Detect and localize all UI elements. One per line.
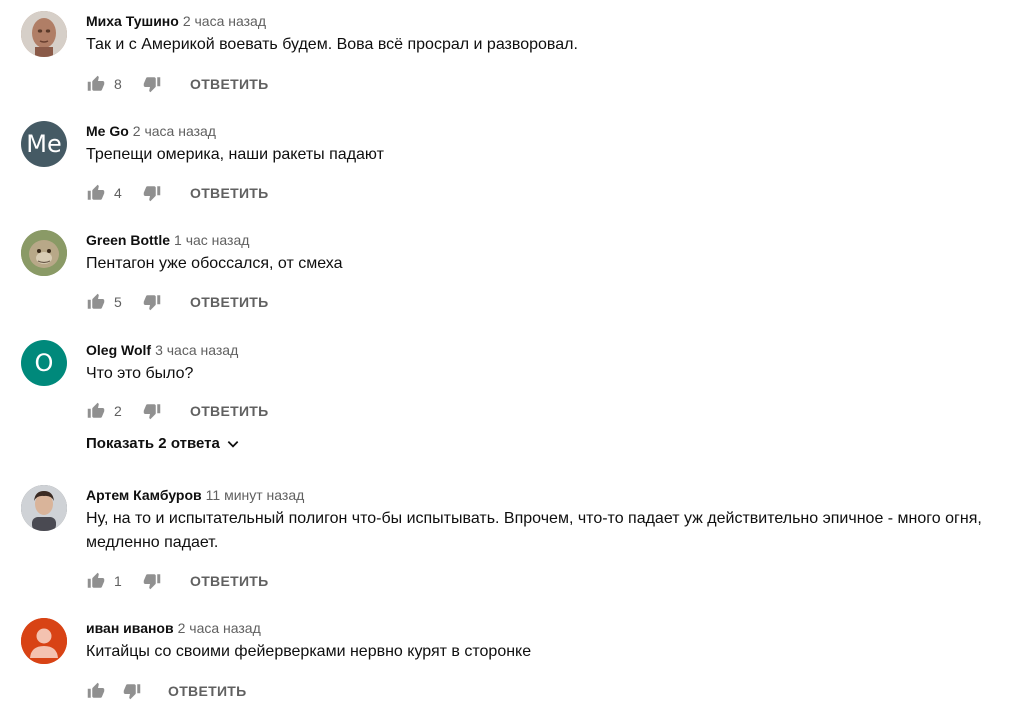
reply-button[interactable]: ОТВЕТИТЬ [190,185,269,201]
comment-actions: 8 ОТВЕТИТЬ [86,74,269,94]
like-button[interactable] [86,681,106,701]
thumbs-up-icon [87,75,105,91]
comment-text: Что это было? [86,365,194,382]
avatar[interactable]: Me [21,121,67,167]
avatar[interactable] [21,618,67,664]
author-name[interactable]: Green Bottle [86,232,170,248]
comment-time[interactable]: 2 часа назад [183,13,266,29]
comment-actions: 2 ОТВЕТИТЬ [86,401,269,421]
author-name[interactable]: Oleg Wolf [86,342,151,358]
comment-time[interactable]: 3 часа назад [155,342,238,358]
thumbs-down-icon [143,574,161,590]
avatar[interactable] [21,485,67,531]
reply-button[interactable]: ОТВЕТИТЬ [168,683,247,699]
dislike-button[interactable] [142,74,162,94]
comment-header: Миха Тушино 2 часа назад [86,11,266,31]
comment-header: Артем Камбуров 11 минут назад [86,485,304,505]
author-name[interactable]: Me Go [86,123,129,139]
like-count: 5 [114,294,122,310]
comment-header: Oleg Wolf 3 часа назад [86,340,238,360]
comment-actions: 1 ОТВЕТИТЬ [86,571,269,591]
comment-text: Китайцы со своими фейерверками нервно ку… [86,643,532,660]
thumbs-down-icon [143,404,161,420]
author-name[interactable]: иван иванов [86,620,174,636]
comment-text: Пентагон уже обоссался, от смеха [86,255,343,272]
like-button[interactable] [86,571,106,591]
comment-text: Трепещи омерика, наши ракеты падают [86,146,384,163]
comment-text: Так и с Америкой воевать будем. Вова всё… [86,36,578,53]
dislike-button[interactable] [142,571,162,591]
comment-text-line: медленно падает. [86,534,219,551]
dislike-button[interactable] [142,183,162,203]
comment-text-line: Ну, на то и испытательный полигон что-бы… [86,510,982,527]
comment-header: иван иванов 2 часа назад [86,618,261,638]
like-count: 4 [114,185,122,201]
thumbs-up-icon [87,402,105,418]
comment-time[interactable]: 2 часа назад [178,620,261,636]
like-button[interactable] [86,74,106,94]
bald-head-photo-icon [21,11,67,57]
thumbs-up-icon [87,682,105,698]
like-count: 8 [114,76,122,92]
comment-actions: 5 ОТВЕТИТЬ [86,292,269,312]
comment-text: Ну, на то и испытательный полигон что-бы… [86,507,1026,555]
comment-time[interactable]: 2 часа назад [133,123,216,139]
like-count: 1 [114,573,122,589]
show-replies-button[interactable]: Показать 2 ответа [86,435,240,452]
like-count: 2 [114,403,122,419]
like-button[interactable] [86,183,106,203]
reply-button[interactable]: ОТВЕТИТЬ [190,294,269,310]
thumbs-down-icon [143,186,161,202]
thumbs-up-icon [87,572,105,588]
like-button[interactable] [86,401,106,421]
avatar-letter: O [34,349,54,377]
comment-header: Green Bottle 1 час назад [86,230,249,250]
dislike-button[interactable] [122,681,142,701]
reply-button[interactable]: ОТВЕТИТЬ [190,76,269,92]
person-photo-icon [21,485,67,531]
avatar[interactable] [21,11,67,57]
avatar[interactable] [21,230,67,276]
default-user-icon [21,618,67,664]
comment-header: Me Go 2 часа назад [86,121,216,141]
comment-actions: ОТВЕТИТЬ [86,681,247,701]
dislike-button[interactable] [142,401,162,421]
thumbs-down-icon [143,295,161,311]
thumbs-down-icon [123,684,141,700]
thumbs-up-icon [87,293,105,309]
dislike-button[interactable] [142,292,162,312]
comment-time[interactable]: 1 час назад [174,232,249,248]
avatar[interactable]: O [21,340,67,386]
avatar-letter: Me [26,130,62,158]
show-replies-label: Показать 2 ответа [86,435,220,452]
comment-actions: 4 ОТВЕТИТЬ [86,183,269,203]
chevron-down-icon [226,437,240,451]
reply-button[interactable]: ОТВЕТИТЬ [190,403,269,419]
thumbs-up-icon [87,184,105,200]
comment-time[interactable]: 11 минут назад [206,487,305,503]
reply-button[interactable]: ОТВЕТИТЬ [190,573,269,589]
thumbs-down-icon [143,77,161,93]
author-name[interactable]: Артем Камбуров [86,487,202,503]
author-name[interactable]: Миха Тушино [86,13,179,29]
like-button[interactable] [86,292,106,312]
monkey-photo-icon [21,230,67,276]
